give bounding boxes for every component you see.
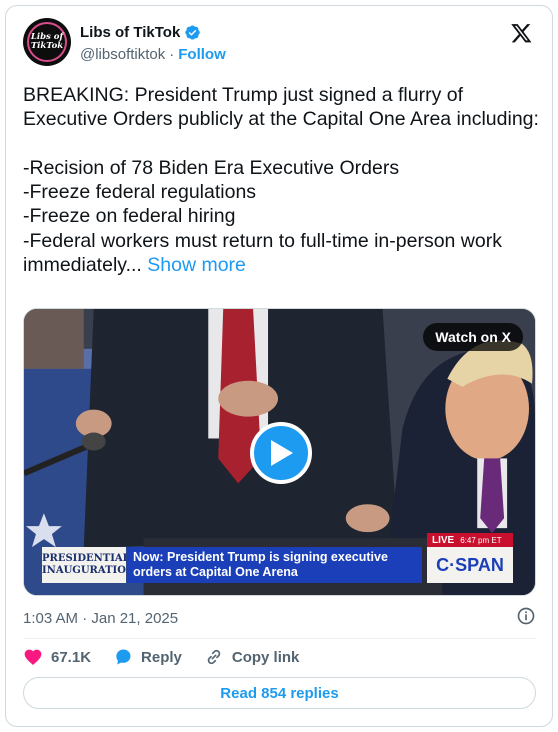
network-logo: C·SPAN xyxy=(427,547,513,583)
chyron-program-label: PRESIDENTIAL INAUGURATION xyxy=(42,547,135,583)
copy-link-label: Copy link xyxy=(231,648,300,666)
video-player[interactable]: Watch on X PRESIDENTIAL INAUGURATION Now… xyxy=(23,308,536,596)
live-time: 6:47 pm ET xyxy=(460,535,502,545)
chyron-headline: Now: President Trump is signing executiv… xyxy=(127,547,422,583)
show-more-link[interactable]: Show more xyxy=(147,254,246,276)
link-icon xyxy=(207,649,221,665)
reply-label: Reply xyxy=(141,648,182,666)
tweet-timestamp[interactable]: 1:03 AM · Jan 21, 2025 xyxy=(23,610,178,627)
author-name[interactable]: Libs of TikTok xyxy=(80,24,180,41)
author-name-row[interactable]: Libs of TikTok xyxy=(80,24,201,41)
tweet-card: Libs of TikTok Libs of TikTok @libsoftikt… xyxy=(5,5,553,727)
author-handle-row: @libsoftiktok · Follow xyxy=(80,46,226,63)
chyron-live-badge: LIVE 6:47 pm ET xyxy=(427,533,513,547)
info-icon[interactable] xyxy=(516,606,536,626)
read-replies-button[interactable]: Read 854 replies xyxy=(23,677,536,709)
copy-link-button[interactable]: Copy link xyxy=(204,647,300,667)
verified-badge-icon xyxy=(185,25,201,40)
like-button[interactable]: 67.1K xyxy=(23,647,91,667)
reply-button[interactable]: Reply xyxy=(113,647,182,667)
watch-on-x-button[interactable]: Watch on X xyxy=(423,323,523,351)
heart-icon xyxy=(24,649,42,665)
divider xyxy=(23,638,536,639)
follow-button[interactable]: Follow xyxy=(178,46,226,63)
tweet-text: BREAKING: President Trump just signed a … xyxy=(23,83,543,277)
like-count: 67.1K xyxy=(51,648,92,666)
separator-dot: · xyxy=(169,46,175,63)
live-label: LIVE xyxy=(432,534,455,546)
avatar-logo-text: Libs of TikTok xyxy=(30,32,64,51)
author-handle[interactable]: @libsoftiktok xyxy=(80,46,165,63)
tweet-body: BREAKING: President Trump just signed a … xyxy=(23,84,539,277)
play-icon[interactable] xyxy=(250,422,312,484)
x-logo-icon[interactable] xyxy=(510,22,533,44)
reply-bubble-icon xyxy=(116,649,131,665)
action-bar: 67.1K Reply Copy link xyxy=(23,647,321,667)
avatar[interactable]: Libs of TikTok xyxy=(23,18,71,66)
